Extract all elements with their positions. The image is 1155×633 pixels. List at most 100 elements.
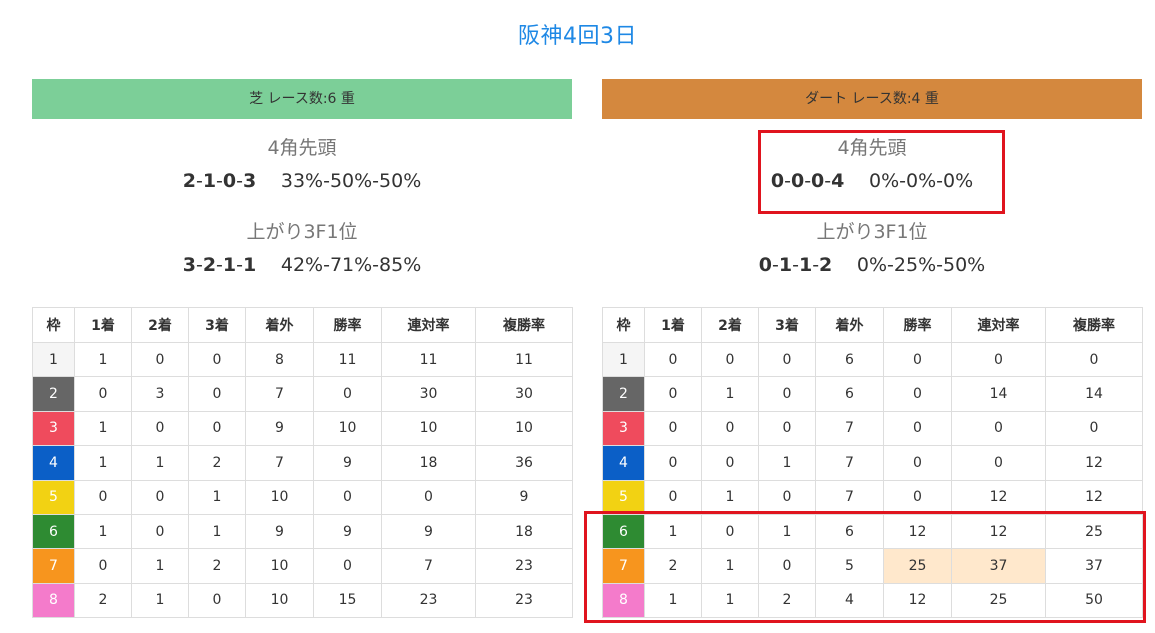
table-cell: 1 — [74, 341, 132, 378]
record-second: 1 — [202, 170, 217, 192]
dirt-header: ダート レース数:4 重 — [602, 79, 1142, 119]
table-row: 7 2 1 0 5 25 37 37 — [602, 548, 1143, 584]
table-cell: 9 — [313, 445, 382, 481]
table-cell: 25 — [951, 582, 1046, 619]
dirt-last3f-line: 0-1-1-2 0%-25%-50% — [602, 249, 1142, 281]
waku-number-cell: 5 — [602, 479, 645, 515]
column-header: 2着 — [701, 307, 759, 343]
record-third: 1 — [222, 254, 237, 276]
table-cell: 10 — [313, 410, 382, 447]
table-cell: 1 — [701, 376, 759, 412]
table-row: 10006000 — [602, 341, 1143, 378]
column-header: 勝率 — [883, 307, 952, 343]
column-header: 連対率 — [381, 307, 476, 343]
table-cell: 12 — [951, 513, 1046, 550]
table-cell: 0 — [74, 376, 132, 412]
table-row: 30007000 — [602, 410, 1143, 447]
table-cell: 14 — [951, 376, 1046, 412]
dirt-last3f-record: 0-1-1-2 — [758, 254, 833, 276]
waku-number-cell: 7 — [32, 548, 75, 584]
table-cell: 11 — [381, 341, 476, 378]
dirt-corner-block: 4角先頭 0-0-0-4 0%-0%-0% — [602, 135, 1142, 197]
table-cell: 10 — [381, 410, 476, 447]
table-cell: 0 — [644, 445, 702, 481]
column-header: 複勝率 — [1045, 307, 1143, 343]
turf-corner-rates: 33%-50%-50% — [280, 170, 422, 192]
table-cell: 0 — [131, 479, 189, 515]
record-other: 4 — [831, 170, 845, 192]
dirt-panel: ダート レース数:4 重 4角先頭 0-0-0-4 0%-0%-0% 上がり3F… — [602, 79, 1143, 619]
table-row: 2 0 1 0 6 0 14 14 — [602, 376, 1143, 412]
column-header: 複勝率 — [475, 307, 573, 343]
table-cell: 12 — [951, 479, 1046, 515]
record-second: 1 — [778, 254, 793, 276]
waku-number-cell: 7 — [602, 548, 645, 584]
table-cell: 1 — [701, 582, 759, 619]
table-cell: 1 — [644, 513, 702, 550]
table-cell: 12 — [1045, 445, 1143, 481]
table-cell: 0 — [951, 445, 1046, 481]
dirt-last3f-label: 上がり3F1位 — [816, 221, 928, 243]
table-cell: 0 — [951, 341, 1046, 378]
table-row: 4 1 1 2 7 9 18 36 — [32, 445, 573, 481]
table-cell: 25 — [883, 548, 952, 584]
record-other: 1 — [243, 254, 257, 276]
table-cell: 0 — [188, 376, 246, 412]
table-cell: 36 — [475, 445, 573, 481]
table-cell: 0 — [188, 341, 246, 378]
page-title: 阪神4回3日 — [518, 24, 637, 49]
table-cell: 0 — [188, 410, 246, 447]
table-cell: 4 — [815, 582, 884, 619]
record-third: 0 — [222, 170, 237, 192]
table-row: 6 1 0 1 9 9 9 18 — [32, 513, 573, 550]
column-header: 枠 — [32, 307, 75, 343]
table-cell: 50 — [1045, 582, 1143, 619]
waku-number-cell: 5 — [32, 479, 75, 515]
table-cell: 0 — [701, 410, 759, 447]
waku-number-cell: 3 — [602, 410, 645, 447]
waku-number-cell: 6 — [602, 513, 645, 550]
waku-number-cell: 4 — [602, 445, 645, 481]
table-cell: 1 — [74, 410, 132, 447]
table-cell: 12 — [883, 582, 952, 619]
column-header: 枠 — [602, 307, 645, 343]
record-win: 2 — [182, 170, 196, 192]
table-cell: 2 — [758, 582, 816, 619]
table-cell: 2 — [74, 582, 132, 619]
table-row: 8 2 1 0 10 15 23 23 — [32, 582, 573, 619]
table-cell: 0 — [644, 479, 702, 515]
waku-number-cell: 8 — [32, 582, 75, 619]
table-cell: 9 — [313, 513, 382, 550]
table-cell: 0 — [381, 479, 476, 515]
record-second: 2 — [202, 254, 217, 276]
table-cell: 0 — [131, 410, 189, 447]
table-cell: 6 — [815, 513, 884, 550]
record-other: 2 — [819, 254, 833, 276]
table-cell: 7 — [245, 445, 314, 481]
turf-corner-record: 2-1-0-3 — [182, 170, 257, 192]
turf-last3f-rates: 42%-71%-85% — [280, 254, 422, 276]
table-cell: 1 — [701, 548, 759, 584]
turf-last3f-record: 3-2-1-1 — [182, 254, 257, 276]
table-row: 4 0 0 1 7 0 0 12 — [602, 445, 1143, 481]
record-win: 0 — [770, 170, 785, 192]
column-header: 着外 — [815, 307, 884, 343]
record-win: 3 — [182, 254, 196, 276]
dirt-corner-label: 4角先頭 — [837, 137, 907, 159]
table-cell: 7 — [245, 376, 314, 412]
table-cell: 7 — [381, 548, 476, 584]
waku-number-cell: 1 — [32, 341, 75, 378]
table-row: 5 0 0 1 10 0 0 9 — [32, 479, 573, 515]
table-cell: 7 — [815, 479, 884, 515]
table-cell: 18 — [475, 513, 573, 550]
table-cell: 0 — [701, 513, 759, 550]
table-cell: 0 — [883, 445, 952, 481]
table-row: 2 0 3 0 7 0 30 30 — [32, 376, 573, 412]
table-cell: 10 — [245, 548, 314, 584]
waku-number-cell: 4 — [32, 445, 75, 481]
table-cell: 9 — [245, 513, 314, 550]
table-cell: 0 — [701, 445, 759, 481]
waku-number-cell: 3 — [32, 410, 75, 447]
turf-header: 芝 レース数:6 重 — [32, 79, 572, 119]
table-cell: 0 — [883, 341, 952, 378]
